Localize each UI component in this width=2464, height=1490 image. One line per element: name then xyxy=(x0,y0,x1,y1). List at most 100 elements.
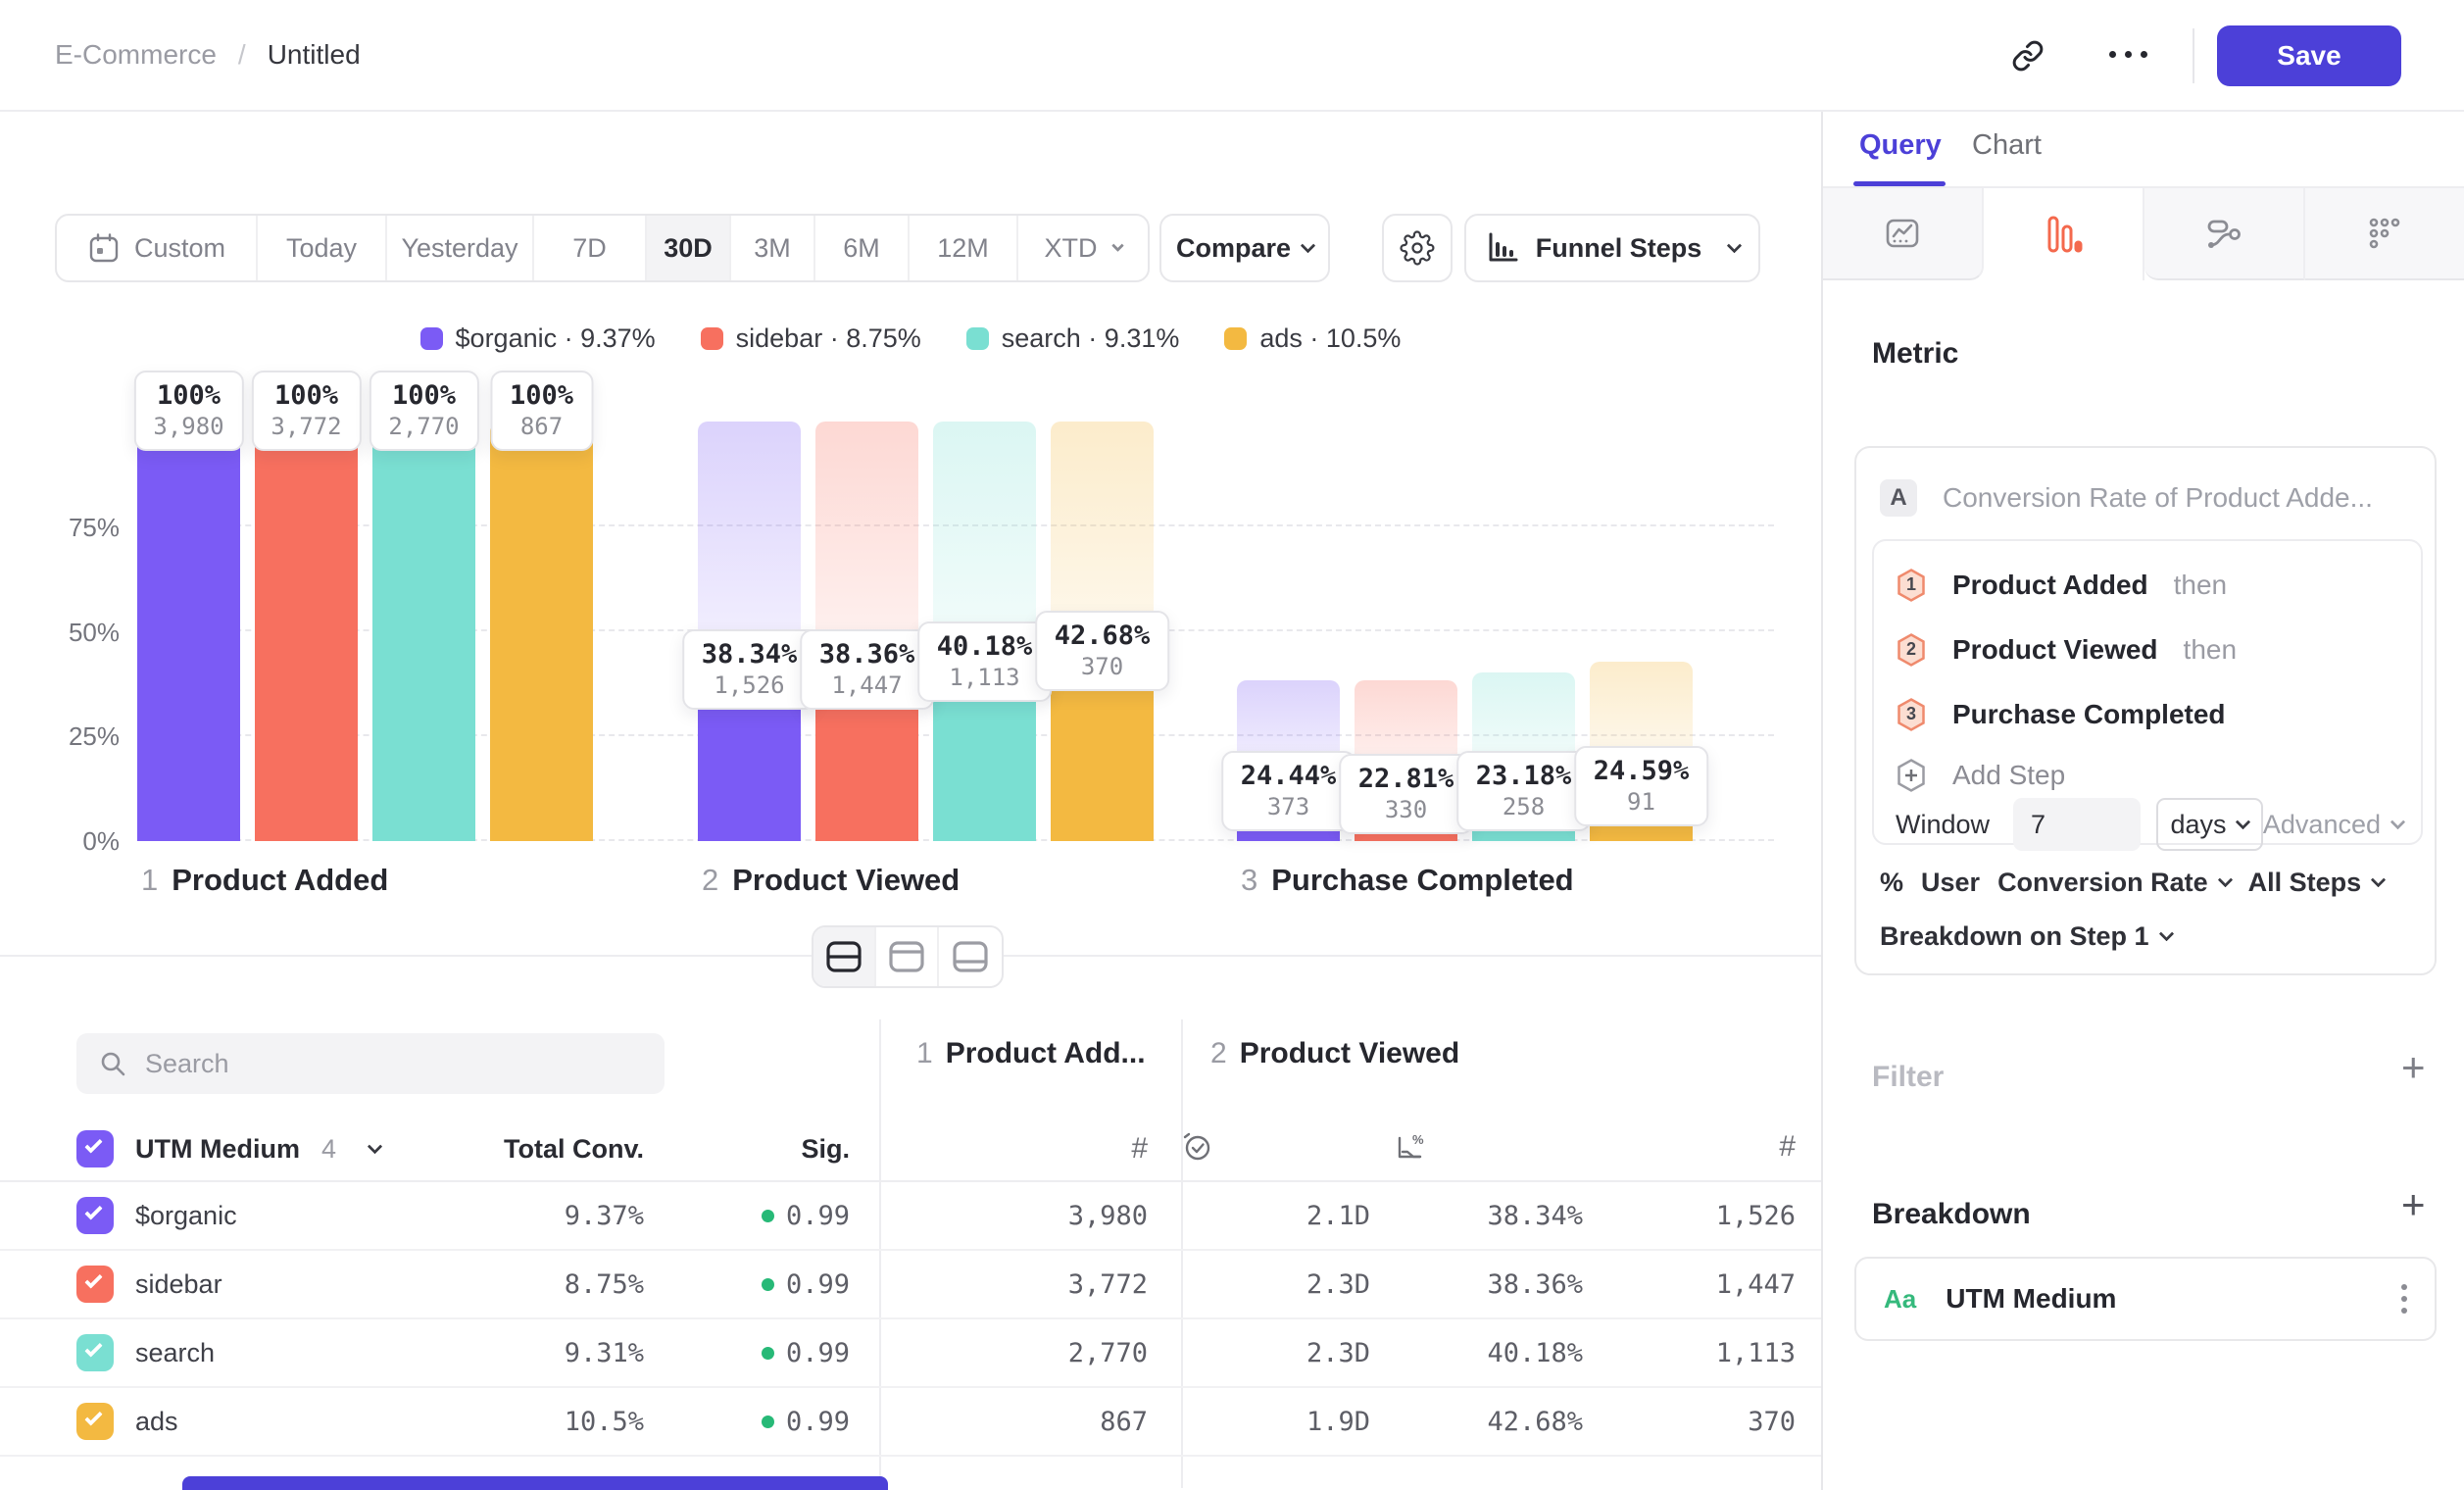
query-step-1[interactable]: 1Product Addedthen xyxy=(1896,561,2227,610)
bar-ads-step3[interactable]: 24.59%91 xyxy=(1590,422,1693,841)
legend-item-ads[interactable]: ads · 10.5% xyxy=(1224,323,1401,354)
bar-ghost xyxy=(490,422,593,841)
entity-label[interactable]: User xyxy=(1921,868,1980,898)
row-checkbox[interactable] xyxy=(76,1403,114,1440)
add-step-button[interactable]: Add Step xyxy=(1896,751,2065,800)
bar-organic-step3[interactable]: 24.44%373 xyxy=(1237,422,1340,841)
bar-pct: 24.44% xyxy=(1241,760,1337,793)
save-button[interactable]: Save xyxy=(2217,25,2401,86)
bar-ads-step1[interactable]: 100%867 xyxy=(490,422,593,841)
chart-view-dropdown[interactable]: Funnel Steps xyxy=(1464,214,1760,282)
row-checkbox[interactable] xyxy=(76,1334,114,1371)
bar-count: 370 xyxy=(1055,653,1151,680)
query-step-3[interactable]: 3Purchase Completed xyxy=(1896,690,2226,739)
bar-sidebar-step3[interactable]: 22.81%330 xyxy=(1355,422,1457,841)
legend-item-sidebar[interactable]: sidebar · 8.75% xyxy=(701,323,921,354)
table-row-ads[interactable]: ads10.5%0.998671.9D42.68%370 xyxy=(0,1388,1821,1457)
advanced-toggle[interactable]: Advanced xyxy=(2263,810,2403,840)
layout-split-button[interactable] xyxy=(813,927,876,986)
legend-item-search[interactable]: search · 9.31% xyxy=(966,323,1180,354)
measure-dropdown[interactable]: Conversion Rate xyxy=(1997,868,2231,898)
range-custom[interactable]: Custom xyxy=(57,216,258,280)
breakdown-on-step-dropdown[interactable]: Breakdown on Step 1 xyxy=(1880,921,2172,952)
metric-summary-row[interactable]: A Conversion Rate of Product Adde... xyxy=(1880,479,2373,517)
conv-rate: 38.36% xyxy=(1394,1269,1606,1300)
range-label: 30D xyxy=(664,233,713,264)
tab-query[interactable]: Query xyxy=(1859,129,1942,162)
step2-count: 1,113 xyxy=(1606,1338,1819,1368)
tab-insights[interactable] xyxy=(1823,188,1984,280)
compare-button[interactable]: Compare xyxy=(1159,214,1330,282)
item-menu-icon[interactable] xyxy=(2401,1284,2407,1314)
window-unit-select[interactable]: days xyxy=(2156,798,2263,851)
range-today[interactable]: Today xyxy=(258,216,387,280)
select-all-checkbox[interactable] xyxy=(76,1130,114,1167)
time-to-convert: 2.3D xyxy=(1181,1269,1394,1300)
breadcrumb-project[interactable]: E-Commerce xyxy=(55,39,217,71)
y-tick-label: 0% xyxy=(41,826,120,857)
bar-pct: 40.18% xyxy=(937,630,1033,664)
check-icon xyxy=(84,1202,102,1219)
range-12m[interactable]: 12M xyxy=(910,216,1018,280)
step-hexagon-icon: 1 xyxy=(1896,568,1927,603)
bar-value-label: 22.81%330 xyxy=(1339,754,1474,834)
step-number: 1 xyxy=(141,863,158,898)
tab-chart[interactable]: Chart xyxy=(1972,129,2042,162)
row-checkbox[interactable] xyxy=(76,1266,114,1303)
bar-organic-step2[interactable]: 38.34%1,526 xyxy=(698,422,801,841)
chevron-down-icon xyxy=(2390,814,2406,829)
conversion-window-row: Window days Advanced xyxy=(1896,798,2403,851)
legend-item-organic[interactable]: $organic · 9.37% xyxy=(420,323,656,354)
bar-pct: 100% xyxy=(271,379,341,413)
bar-ads-step2[interactable]: 42.68%370 xyxy=(1051,422,1154,841)
bar-sidebar-step2[interactable]: 38.36%1,447 xyxy=(815,422,918,841)
bar-search-step1[interactable]: 100%2,770 xyxy=(372,422,475,841)
add-filter-button[interactable]: + xyxy=(2401,1053,2426,1082)
total-conv-header[interactable]: Total Conv. xyxy=(497,1134,644,1165)
time-to-convert: 2.3D xyxy=(1181,1338,1394,1368)
sig-header[interactable]: Sig. xyxy=(644,1134,850,1165)
page-title[interactable]: Untitled xyxy=(268,39,361,71)
range-label: 7D xyxy=(572,233,607,264)
range-yesterday[interactable]: Yesterday xyxy=(387,216,534,280)
search-input[interactable] xyxy=(145,1049,616,1079)
tab-flows[interactable] xyxy=(2144,188,2305,280)
bar-value-label: 42.68%370 xyxy=(1035,611,1170,691)
table-row-search[interactable]: search9.31%0.992,7702.3D40.18%1,113 xyxy=(0,1319,1821,1388)
count-icon: # xyxy=(1131,1132,1148,1165)
bar-search-step2[interactable]: 40.18%1,113 xyxy=(933,422,1036,841)
svg-text:2: 2 xyxy=(1906,639,1916,659)
bar-search-step3[interactable]: 23.18%258 xyxy=(1472,422,1575,841)
breakdown-column-label[interactable]: UTM Medium xyxy=(135,1134,300,1165)
row-checkbox[interactable] xyxy=(76,1197,114,1234)
table-row-organic[interactable]: $organic9.37%0.993,9802.1D38.34%1,526 xyxy=(0,1182,1821,1251)
layout-bottom-button[interactable] xyxy=(939,927,1002,986)
share-link-icon[interactable] xyxy=(2011,39,2045,73)
layout-top-button[interactable] xyxy=(876,927,939,986)
window-value-input[interactable] xyxy=(2013,798,2141,851)
range-6m[interactable]: 6M xyxy=(815,216,910,280)
range-7d[interactable]: 7D xyxy=(534,216,647,280)
query-step-2[interactable]: 2Product Viewedthen xyxy=(1896,625,2237,674)
tab-funnels[interactable] xyxy=(1984,188,2144,280)
step-then-label: then xyxy=(2184,634,2238,666)
funnel-steps-card: 1Product Addedthen 2Product Viewedthen 3Pu… xyxy=(1872,539,2423,845)
breakdown-item[interactable]: Aa UTM Medium xyxy=(1854,1257,2437,1341)
table-row-sidebar[interactable]: sidebar8.75%0.993,7722.3D38.36%1,447 xyxy=(0,1251,1821,1319)
tab-retention[interactable] xyxy=(2305,188,2464,280)
add-breakdown-button[interactable]: + xyxy=(2401,1190,2426,1219)
bar-solid xyxy=(372,422,475,841)
range-3m[interactable]: 3M xyxy=(731,216,815,280)
chart-settings-button[interactable] xyxy=(1382,214,1453,282)
app-header: E-Commerce / Untitled Save xyxy=(0,0,2464,112)
scope-dropdown[interactable]: All Steps xyxy=(2248,868,2385,898)
more-menu-icon[interactable] xyxy=(2109,51,2147,58)
bar-organic-step1[interactable]: 100%3,980 xyxy=(137,422,240,841)
bar-sidebar-step1[interactable]: 100%3,772 xyxy=(255,422,358,841)
sig-dot xyxy=(762,1416,774,1428)
bar-count: 258 xyxy=(1476,793,1572,820)
range-30d[interactable]: 30D xyxy=(647,216,731,280)
range-xtd[interactable]: XTD xyxy=(1018,216,1148,280)
chevron-down-icon xyxy=(1301,237,1316,253)
header-divider xyxy=(2193,28,2194,83)
